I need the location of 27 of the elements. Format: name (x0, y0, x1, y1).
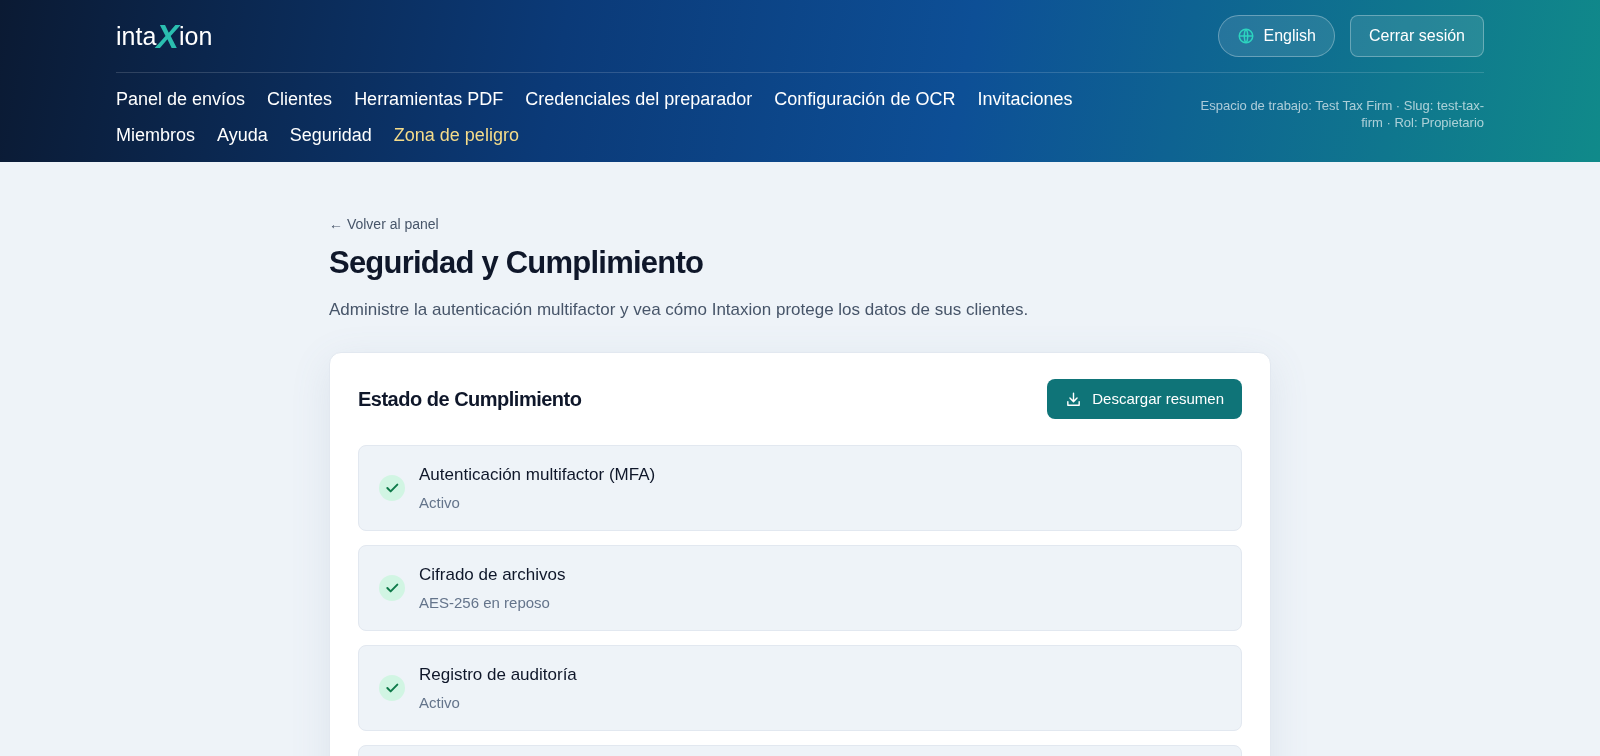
card-title: Estado de Cumplimiento (358, 387, 582, 412)
nav-link[interactable]: Zona de peligro (393, 123, 519, 147)
nav-link[interactable]: Seguridad (289, 123, 372, 147)
nav-link[interactable]: Configuración de OCR (774, 87, 956, 111)
nav-link[interactable]: Invitaciones (977, 87, 1073, 111)
page-subtitle: Administre la autenticación multifactor y vea cómo Intaxion protege los datos de sus clientes. (329, 298, 1030, 321)
item-title: Autenticación multifactor (MFA) (419, 464, 656, 486)
download-button[interactable]: Descargar resumen (1047, 379, 1242, 419)
language-button[interactable]: English (1218, 15, 1335, 57)
logout-button[interactable]: Cerrar sesión (1349, 15, 1484, 57)
nav-link[interactable]: Panel de envíos (116, 87, 246, 111)
item-status: Activo (419, 492, 461, 513)
nav-link[interactable]: Herramientas PDF (354, 87, 504, 111)
nav-link[interactable]: Miembros (116, 123, 195, 147)
item-title: Registro de auditoría (419, 664, 577, 686)
workspace-info: Espacio de trabajo: Test Tax Firm · Slug: test-tax-firm · Rol: Propietario (1199, 97, 1484, 132)
nav-link[interactable]: Clientes (267, 87, 333, 111)
item-status: AES-256 en reposo (419, 592, 551, 613)
nav-link[interactable]: Credenciales del preparador (525, 87, 753, 111)
logo[interactable]: intaXion (116, 19, 213, 53)
back-link[interactable]: ← Volver al panel (329, 216, 439, 232)
globe-icon (1237, 27, 1256, 45)
download-icon (1065, 390, 1083, 408)
item-status: Activo (419, 692, 461, 713)
item-title: Cifrado de archivos (419, 564, 566, 586)
nav-link[interactable]: Ayuda (217, 123, 268, 147)
page-title: Seguridad y Cumplimiento (329, 244, 705, 282)
